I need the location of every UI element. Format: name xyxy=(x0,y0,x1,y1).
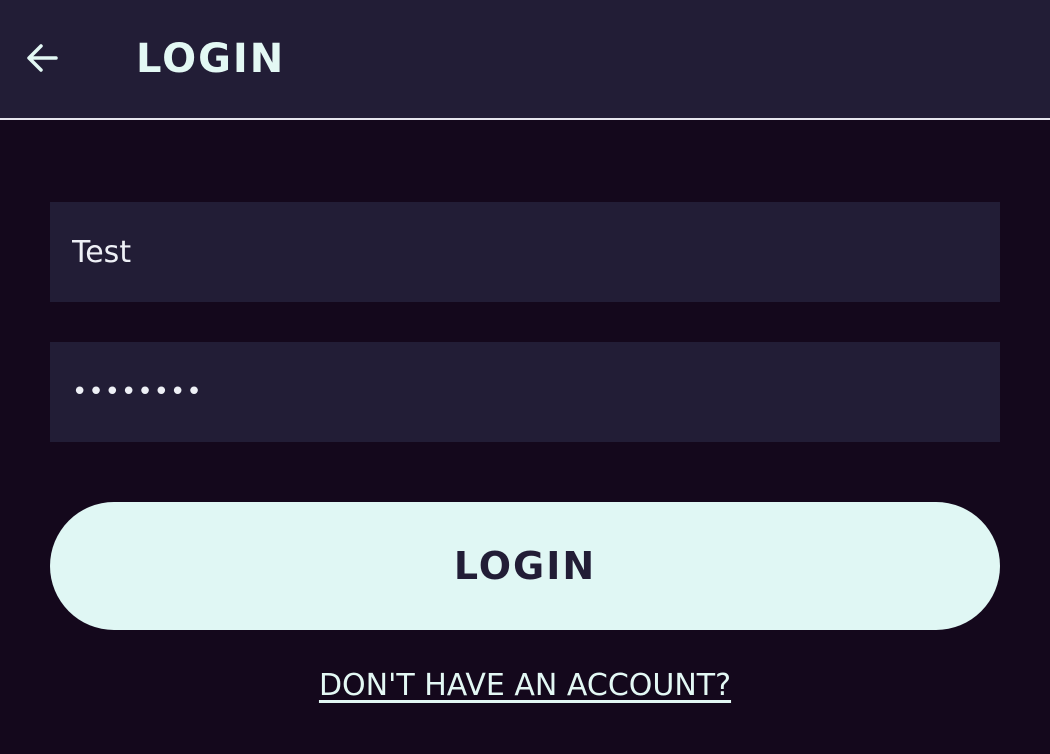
back-button[interactable] xyxy=(18,34,66,82)
password-input[interactable] xyxy=(72,377,978,407)
login-button[interactable]: LOGIN xyxy=(50,502,1000,630)
username-field[interactable] xyxy=(50,202,1000,302)
app-bar: LOGIN xyxy=(0,0,1050,120)
arrow-left-icon xyxy=(27,44,58,72)
login-button-label: LOGIN xyxy=(453,544,597,588)
password-field[interactable] xyxy=(50,342,1000,442)
signup-link[interactable]: Don't have an account? xyxy=(0,668,1050,703)
page-title: LOGIN xyxy=(136,36,286,82)
login-screen: LOGIN LOGIN Don't have an account? xyxy=(0,0,1050,754)
username-input[interactable] xyxy=(72,234,978,270)
